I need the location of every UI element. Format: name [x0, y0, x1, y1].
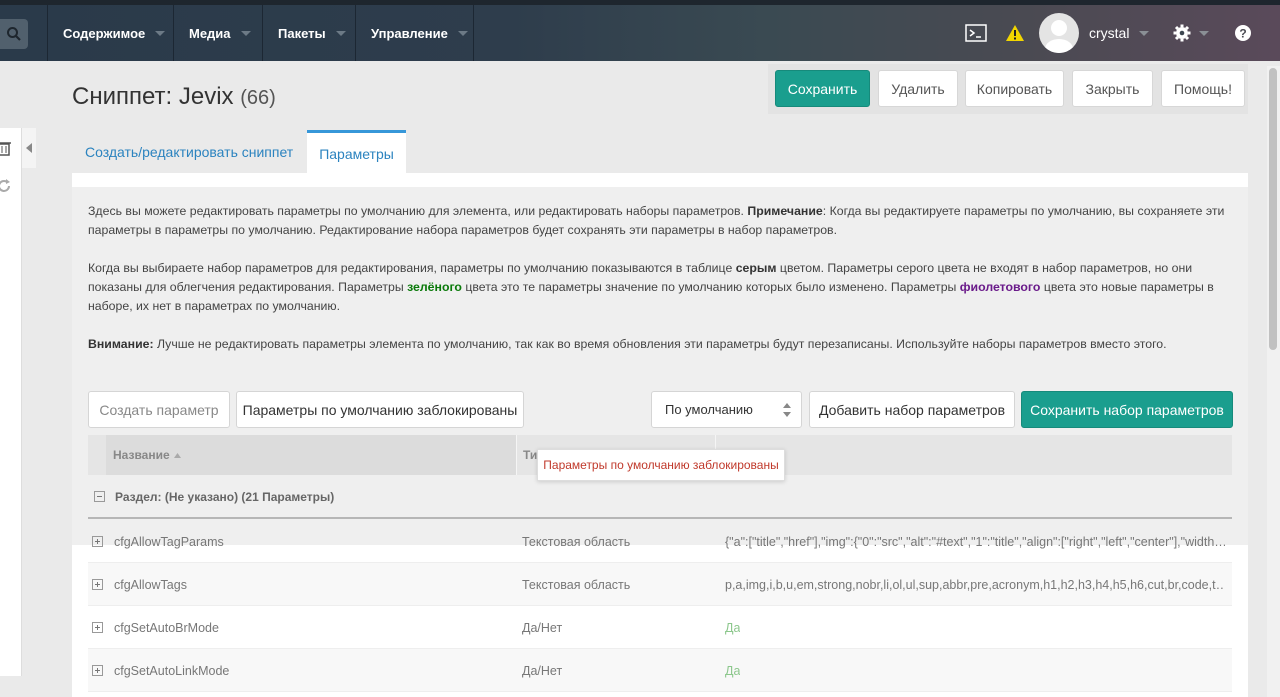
chevron-down-icon [1199, 30, 1209, 36]
help-icon: ? [1235, 25, 1251, 41]
nav-media[interactable]: Медиа [173, 5, 262, 61]
terminal-icon [965, 24, 987, 42]
cell-type: Текстовая область [522, 577, 631, 592]
page-title-text: Сниппет: Jevix [72, 83, 234, 110]
warning-button[interactable] [1002, 5, 1028, 61]
expand-icon[interactable] [92, 520, 103, 563]
warning-icon [1006, 25, 1024, 41]
info-text-part: Когда вы выбираете набор параметров для … [88, 261, 736, 275]
info-text-part: цвета это те параметры значение по умолч… [461, 280, 960, 294]
terminal-button[interactable] [962, 5, 990, 61]
user-icon [1045, 20, 1073, 53]
info-gray-label: серым [735, 261, 777, 275]
nav-packages[interactable]: Пакеты [262, 5, 355, 61]
property-set-select[interactable]: По умолчанию [651, 391, 802, 428]
action-buttons-bar: Сохранить Удалить Копировать Закрыть Пом… [768, 64, 1248, 114]
info-paragraph: Здесь вы можете редактировать параметры … [88, 202, 1232, 240]
cell-name: cfgAllowTagParams [114, 534, 224, 549]
chevron-down-icon [155, 30, 166, 36]
tab-edit-snippet[interactable]: Создать/редактировать сниппет [72, 130, 306, 174]
column-header-name[interactable]: Название [106, 435, 516, 475]
column-name-label: Название [113, 448, 170, 462]
defaults-locked-button[interactable]: Параметры по умолчанию заблокированы [236, 391, 524, 428]
cell-name: cfgSetAutoBrMode [114, 620, 219, 635]
scrollbar-thumb[interactable] [1269, 68, 1277, 350]
cell-name: cfgAllowTags [114, 577, 187, 592]
chevron-down-icon [240, 30, 251, 36]
tooltip: Параметры по умолчанию заблокированы [537, 449, 785, 481]
username: crystal [1089, 25, 1130, 41]
nav-packages-label: Пакеты [278, 25, 326, 41]
nav-content-label: Содержимое [63, 25, 146, 41]
table-row[interactable]: cfgSetAutoBrMode Да/Нет Да [88, 606, 1232, 649]
trash-icon[interactable] [0, 140, 11, 156]
cell-value: {"a":["title","href"],"img":{"0":"src","… [725, 534, 1225, 549]
save-property-set-button[interactable]: Сохранить набор параметров [1021, 391, 1233, 428]
svg-text:?: ? [1239, 27, 1246, 41]
page-title: Сниппет: Jevix (66) [72, 83, 276, 111]
info-text-part: Здесь вы можете редактировать параметры … [88, 204, 748, 218]
sort-asc-icon [173, 452, 181, 458]
info-text-part: Лучше не редактировать параметры элемент… [153, 337, 1167, 351]
expand-icon[interactable] [92, 563, 103, 606]
nav-manage-label: Управление [371, 25, 448, 41]
nav-manage[interactable]: Управление [355, 5, 474, 61]
page-scrollbar[interactable] [1267, 66, 1280, 697]
save-button[interactable]: Сохранить [775, 70, 870, 107]
help-button[interactable]: ? [1232, 5, 1254, 61]
table-row[interactable]: cfgSetAutoLinkMode Да/Нет Да [88, 649, 1232, 692]
cell-value: Да [725, 663, 741, 678]
cell-value: Да [725, 620, 741, 635]
search-icon [7, 27, 21, 41]
cell-value: p,a,img,i,b,u,em,strong,nobr,li,ol,ul,su… [725, 577, 1225, 592]
gear-icon [1173, 24, 1191, 42]
settings-menu[interactable] [1170, 5, 1212, 61]
close-button[interactable]: Закрыть [1072, 70, 1153, 107]
info-warning-label: Внимание: [88, 337, 154, 351]
table-row[interactable]: cfgAllowTagParams Текстовая область {"a"… [88, 520, 1232, 563]
info-green-label: зелёного [407, 280, 462, 294]
info-paragraph: Внимание: Лучше не редактировать парамет… [88, 335, 1232, 354]
cell-type: Текстовая область [522, 534, 631, 549]
info-note-label: Примечание [747, 204, 823, 218]
group-label: Раздел: (Не указано) (21 Параметры) [115, 489, 335, 504]
table-row[interactable]: cfgAllowTags Текстовая область p,a,img,i… [88, 563, 1232, 606]
chevron-down-icon [457, 30, 468, 36]
create-property-button[interactable]: Создать параметр [88, 391, 230, 428]
avatar[interactable] [1039, 13, 1079, 53]
left-sidebar [0, 128, 22, 676]
add-property-set-button[interactable]: Добавить набор параметров [809, 391, 1015, 428]
tab-properties[interactable]: Параметры [307, 130, 406, 174]
cell-type: Да/Нет [522, 663, 563, 678]
expand-icon[interactable] [92, 649, 103, 692]
chevron-down-icon [335, 30, 346, 36]
nav-content[interactable]: Содержимое [47, 5, 173, 61]
copy-button[interactable]: Копировать [965, 70, 1064, 107]
info-paragraph: Когда вы выбираете набор параметров для … [88, 259, 1232, 316]
top-navbar: Содержимое Медиа Пакеты Управление cryst… [0, 0, 1280, 61]
cell-type: Да/Нет [522, 620, 563, 635]
collapse-icon[interactable] [94, 491, 105, 502]
sidebar-collapse-toggle[interactable] [22, 128, 36, 168]
chevron-left-icon [26, 143, 32, 153]
element-id: (66) [240, 87, 276, 109]
expand-icon[interactable] [92, 606, 103, 649]
nav-media-label: Медиа [189, 25, 231, 41]
info-purple-label: фиолетового [959, 280, 1041, 294]
search-button[interactable] [0, 19, 28, 49]
cell-name: cfgSetAutoLinkMode [114, 663, 230, 678]
refresh-icon[interactable] [0, 178, 12, 194]
user-menu[interactable]: crystal [1089, 5, 1150, 61]
select-arrows-icon [783, 403, 791, 417]
column-type-label: Ти [523, 448, 538, 462]
help-page-button[interactable]: Помощь! [1161, 70, 1245, 107]
property-set-selected: По умолчанию [665, 402, 753, 417]
chevron-down-icon [1139, 30, 1150, 36]
group-row[interactable]: Раздел: (Не указано) (21 Параметры) [88, 476, 1232, 519]
delete-button[interactable]: Удалить [878, 70, 958, 107]
